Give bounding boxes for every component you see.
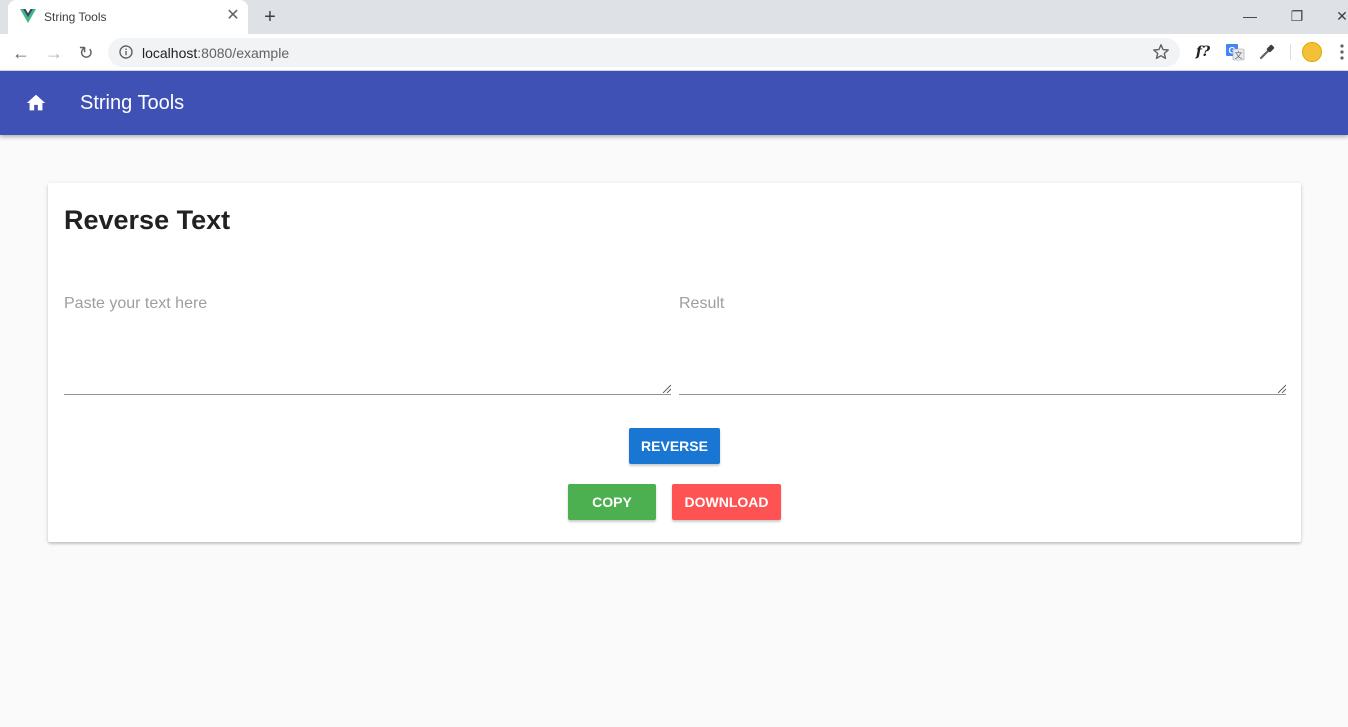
formula-extension-icon[interactable]: f? [1193, 42, 1213, 62]
browser-toolbar: ← → ↻ localhost:8080/example f? G 文 [0, 34, 1348, 71]
download-button[interactable]: Download [672, 484, 781, 520]
home-icon[interactable] [25, 92, 47, 114]
minimize-icon[interactable]: — [1236, 4, 1264, 28]
browser-tab[interactable]: String Tools ✕ [8, 0, 248, 34]
translate-extension-icon[interactable]: G 文 [1225, 42, 1245, 62]
profile-avatar-icon[interactable] [1302, 42, 1322, 62]
reload-icon[interactable]: ↻ [73, 40, 99, 66]
back-icon[interactable]: ← [8, 40, 34, 66]
card-title: Reverse Text [64, 205, 231, 235]
new-tab-button[interactable]: + [258, 5, 282, 29]
svg-text:文: 文 [1235, 50, 1243, 60]
copy-button[interactable]: Copy [568, 484, 656, 520]
url-host: localhost [142, 45, 198, 61]
browser-tab-strip: String Tools ✕ + — ❐ ✕ [0, 0, 1348, 34]
resize-handle-icon[interactable] [662, 384, 671, 393]
url-path: :8080/example [197, 45, 290, 61]
eyedropper-extension-icon[interactable] [1257, 42, 1277, 62]
address-bar[interactable]: localhost:8080/example [108, 38, 1180, 67]
forward-icon[interactable]: → [41, 40, 67, 66]
browser-menu-icon[interactable] [1336, 42, 1348, 62]
result-field [679, 295, 1286, 395]
input-textarea[interactable] [64, 295, 671, 394]
app-bar: String Tools [0, 71, 1348, 135]
reverse-button[interactable]: Reverse [629, 428, 720, 464]
result-textarea[interactable] [679, 295, 1286, 394]
input-field [64, 295, 671, 395]
close-window-icon[interactable]: ✕ [1328, 4, 1348, 28]
reverse-text-card: Reverse Text Reverse Copy Download [48, 183, 1301, 542]
tab-close-icon[interactable]: ✕ [224, 7, 242, 25]
url-text[interactable]: localhost:8080/example [142, 45, 289, 61]
app-title: String Tools [80, 92, 185, 114]
toolbar-divider [1290, 44, 1291, 60]
info-icon[interactable] [119, 45, 133, 59]
resize-handle-icon[interactable] [1277, 384, 1286, 393]
tab-title: String Tools [44, 10, 107, 24]
restore-icon[interactable]: ❐ [1283, 4, 1311, 28]
vue-logo-icon [20, 9, 36, 23]
bookmark-star-icon[interactable] [1152, 43, 1170, 61]
